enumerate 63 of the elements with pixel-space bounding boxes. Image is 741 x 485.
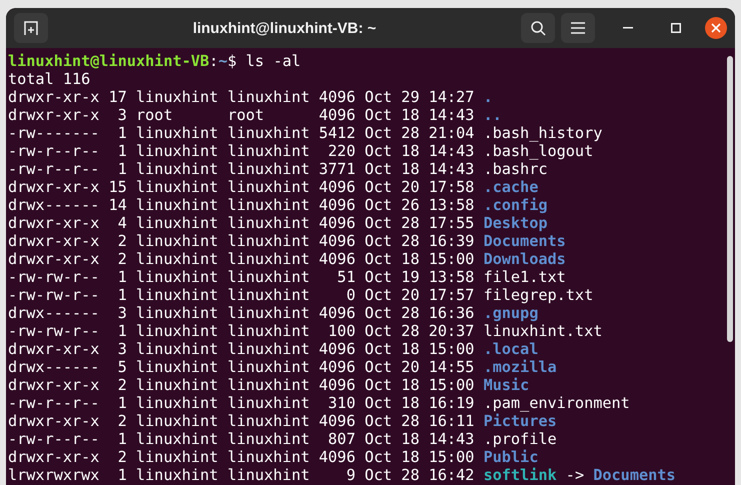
- prompt-path: ~: [218, 52, 228, 70]
- file-name: file1.txt: [483, 268, 566, 286]
- file-info: drwxr-xr-x 17 linuxhint linuxhint 4096 Oct 29 14:27: [8, 88, 474, 106]
- file-name: linuxhint.txt: [483, 322, 602, 340]
- window-title: linuxhint@linuxhint-VB: ~: [192, 20, 378, 36]
- minimize-icon: [623, 27, 633, 29]
- directory-name: .local: [483, 340, 538, 358]
- new-tab-icon: [23, 20, 39, 36]
- symlink-arrow: ->: [566, 466, 584, 484]
- file-name: .profile: [483, 430, 557, 448]
- search-button[interactable]: [521, 13, 555, 43]
- file-info: drwxr-xr-x 4 linuxhint linuxhint 4096 Oct 28 17:55: [8, 214, 474, 232]
- file-info: drwxr-xr-x 3 linuxhint linuxhint 4096 Oct 18 15:00: [8, 340, 474, 358]
- file-name: filegrep.txt: [483, 286, 594, 304]
- symlink-target: Documents: [593, 466, 676, 484]
- directory-name: .config: [483, 196, 548, 214]
- file-info: drwxr-xr-x 2 linuxhint linuxhint 4096 Oct 18 15:00: [8, 376, 474, 394]
- file-info: -rw-r--r-- 1 linuxhint linuxhint 807 Oct 18 14:43: [8, 430, 474, 448]
- file-info: drwxr-xr-x 3 root root 4096 Oct 18 14:43: [8, 106, 474, 124]
- file-info: -rw-r--r-- 1 linuxhint linuxhint 310 Oct 18 16:19: [8, 394, 474, 412]
- symlink-name: softlink: [483, 466, 557, 484]
- directory-name: .gnupg: [483, 304, 538, 322]
- file-info: drwxr-xr-x 2 linuxhint linuxhint 4096 Oct 18 15:00: [8, 250, 474, 268]
- file-info: drwxr-xr-x 2 linuxhint linuxhint 4096 Oct 28 16:39: [8, 232, 474, 250]
- file-info: -rw-rw-r-- 1 linuxhint linuxhint 51 Oct 19 13:58: [8, 268, 474, 286]
- directory-name: Desktop: [483, 214, 548, 232]
- file-name: .bash_history: [483, 124, 602, 142]
- prompt-separator: :: [209, 52, 218, 70]
- command-text: $ ls -al: [227, 52, 301, 70]
- file-info: drwx------ 3 linuxhint linuxhint 4096 Oct 28 16:36: [8, 304, 474, 322]
- directory-name: .: [483, 88, 493, 106]
- maximize-icon: [671, 23, 681, 33]
- file-info: -rw-rw-r-- 1 linuxhint linuxhint 100 Oct 28 20:37: [8, 322, 474, 340]
- file-info: drwx------ 5 linuxhint linuxhint 4096 Oct 20 14:55: [8, 358, 474, 376]
- file-info: -rw------- 1 linuxhint linuxhint 5412 Oct 28 21:04: [8, 124, 474, 142]
- new-tab-button[interactable]: [14, 13, 48, 43]
- directory-name: ..: [483, 106, 502, 124]
- directory-name: .mozilla: [483, 358, 557, 376]
- file-info: drwxr-xr-x 2 linuxhint linuxhint 4096 Oct 28 16:11: [8, 412, 474, 430]
- directory-name: Public: [483, 448, 538, 466]
- file-info: -rw-r--r-- 1 linuxhint linuxhint 3771 Oct 18 14:43: [8, 160, 474, 178]
- file-info: drwxr-xr-x 2 linuxhint linuxhint 4096 Oct 18 15:00: [8, 448, 474, 466]
- file-name: .pam_environment: [483, 394, 630, 412]
- close-icon: [711, 23, 721, 33]
- menu-icon: [571, 22, 585, 34]
- menu-button[interactable]: [561, 13, 595, 43]
- file-info: -rw-r--r-- 1 linuxhint linuxhint 220 Oct 18 14:43: [8, 142, 474, 160]
- directory-name: .cache: [483, 178, 538, 196]
- file-info: lrwxrwxrwx 1 linuxhint linuxhint 9 Oct 28 16:42: [8, 466, 474, 484]
- prompt-user-host: linuxhint@linuxhint-VB: [8, 52, 210, 70]
- close-button[interactable]: [705, 17, 727, 39]
- file-name: .bash_logout: [483, 142, 594, 160]
- output-total: total 116: [8, 70, 90, 88]
- file-info: drwx------ 14 linuxhint linuxhint 4096 Oct 26 13:58: [8, 196, 474, 214]
- directory-name: Documents: [483, 232, 566, 250]
- file-name: .bashrc: [483, 160, 548, 178]
- search-icon: [530, 20, 546, 36]
- file-info: -rw-rw-r-- 1 linuxhint linuxhint 0 Oct 20 17:57: [8, 286, 474, 304]
- scrollbar[interactable]: [727, 56, 733, 342]
- directory-name: Pictures: [483, 412, 557, 430]
- directory-name: Downloads: [483, 250, 566, 268]
- file-info: drwxr-xr-x 15 linuxhint linuxhint 4096 Oct 20 17:58: [8, 178, 474, 196]
- directory-name: Music: [483, 376, 530, 394]
